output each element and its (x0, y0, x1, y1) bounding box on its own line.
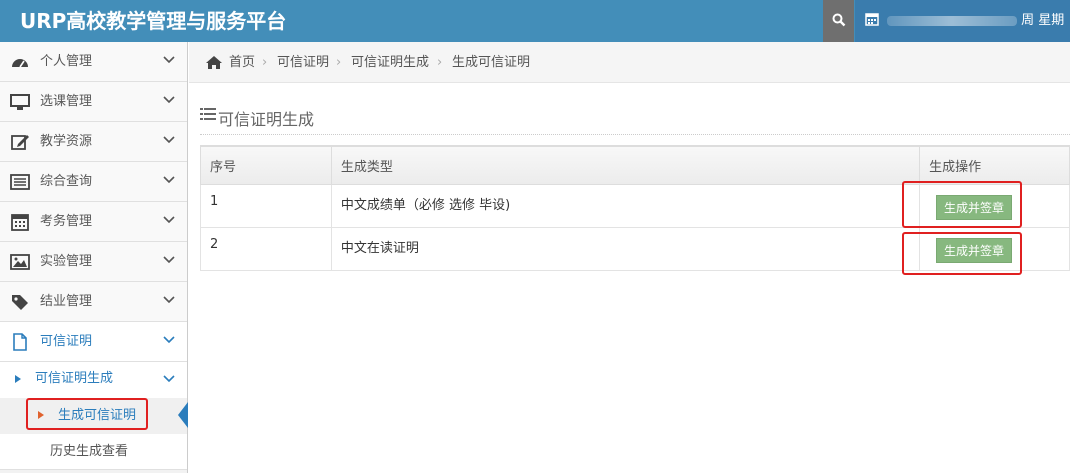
search-icon (832, 13, 845, 27)
page-header: 可信证明生成 (200, 100, 1070, 135)
chevron-down-icon (163, 176, 175, 184)
date-display: 周 星期二 (855, 0, 1070, 70)
sidebar-item-label: 考务管理 (40, 214, 93, 229)
picture-icon (10, 254, 30, 270)
sidebar-item-label: 结业管理 (40, 294, 93, 309)
cell-number: 2 (200, 226, 332, 271)
sidebar-item-lab-management[interactable]: 实验管理 (0, 242, 187, 282)
breadcrumb-separator: › (336, 55, 342, 70)
top-navbar: URP高校教学管理与服务平台 周 星期二 (0, 0, 1070, 70)
cell-type: 中文成绩单（必修 选修 毕设) (330, 183, 921, 228)
breadcrumb-home[interactable]: 首页 (229, 42, 255, 83)
file-icon (13, 333, 27, 351)
sidebar-item-label: 实验管理 (40, 254, 93, 269)
sidebar-subitem-label: 可信证明生成 (35, 371, 114, 386)
calendar-icon (865, 13, 879, 26)
column-header-type: 生成类型 (330, 145, 921, 185)
column-header-action: 生成操作 (919, 145, 1070, 185)
sidebar-subsubitem-label: 历史生成查看 (50, 444, 129, 459)
redacted-date (887, 15, 1018, 26)
chevron-down-icon (163, 256, 175, 264)
highlight-box (26, 398, 148, 430)
sidebar-item-exam-affairs[interactable]: 考务管理 (0, 202, 187, 242)
sidebar-item-completion[interactable]: 结业管理 (0, 282, 187, 322)
breadcrumb-separator: › (437, 55, 443, 70)
home-icon (206, 56, 222, 69)
chevron-down-icon (163, 56, 175, 64)
list-icon (10, 174, 30, 190)
chevron-down-icon (163, 336, 175, 344)
highlight-box (902, 181, 1022, 228)
list-icon (200, 108, 216, 120)
chevron-down-icon (163, 375, 175, 383)
sidebar-item-personal[interactable]: 个人管理 (0, 42, 187, 82)
sidebar-item-trusted-certificate[interactable]: 可信证明 (0, 322, 187, 362)
breadcrumb: 首页 › 可信证明 › 可信证明生成 › 生成可信证明 (189, 42, 1070, 83)
breadcrumb-item[interactable]: 可信证明生成 (351, 42, 429, 83)
chevron-down-icon (163, 136, 175, 144)
cell-type: 中文在读证明 (330, 226, 921, 271)
search-button[interactable] (823, 0, 854, 42)
tag-icon (12, 295, 28, 310)
desktop-icon (10, 94, 30, 110)
sidebar-item-general-query[interactable]: 综合查询 (0, 162, 187, 202)
sidebar-subitem-certificate-generation[interactable]: 可信证明生成 (0, 362, 187, 398)
breadcrumb-current: 生成可信证明 (452, 55, 531, 70)
edit-icon (11, 135, 29, 150)
sidebar-item-label: 教学资源 (40, 134, 93, 149)
page-title: 可信证明生成 (218, 110, 315, 129)
sidebar-subsubitem-history[interactable]: 历史生成查看 (0, 434, 187, 470)
highlight-box (902, 232, 1022, 275)
breadcrumb-item[interactable]: 可信证明 (277, 42, 329, 83)
sidebar-item-label: 选课管理 (40, 94, 93, 109)
dashboard-icon (12, 59, 28, 68)
app-title[interactable]: URP高校教学管理与服务平台 (20, 0, 286, 42)
column-header-number: 序号 (200, 145, 332, 185)
active-indicator (178, 402, 188, 428)
chevron-down-icon (163, 216, 175, 224)
chevron-down-icon (163, 96, 175, 104)
sidebar-item-label: 个人管理 (40, 54, 93, 69)
sidebar-item-teaching-resources[interactable]: 教学资源 (0, 122, 187, 162)
calendar-icon (11, 214, 29, 231)
sidebar-item-label: 可信证明 (40, 334, 93, 349)
breadcrumb-separator: › (262, 55, 268, 70)
sidebar-item-course-selection[interactable]: 选课管理 (0, 82, 187, 122)
chevron-down-icon (163, 296, 175, 304)
caret-right-icon (15, 375, 21, 383)
cell-number: 1 (200, 183, 332, 228)
sidebar-item-label: 综合查询 (40, 174, 93, 189)
table-header-row: 序号 生成类型 生成操作 (200, 145, 1070, 185)
